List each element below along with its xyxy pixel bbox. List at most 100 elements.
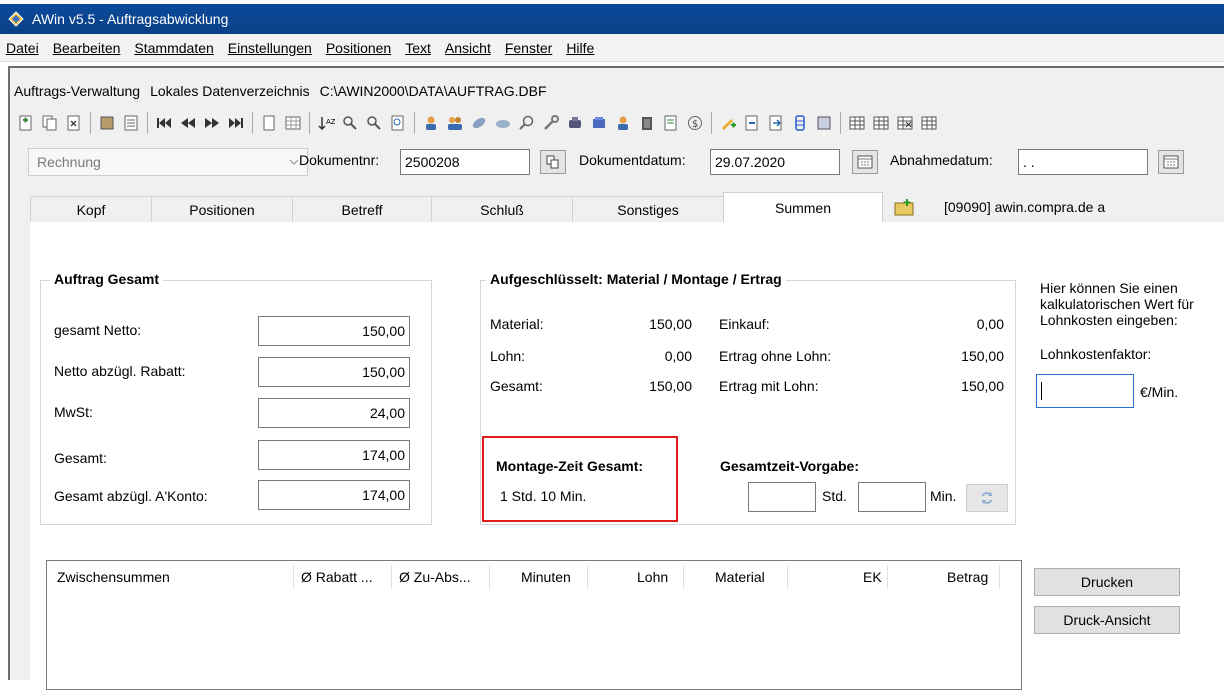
folder-new-button[interactable] — [882, 192, 926, 222]
tab-schluss[interactable]: Schluß — [431, 196, 573, 222]
tab-betreff[interactable]: Betreff — [292, 196, 432, 222]
zoom-icon[interactable] — [386, 111, 410, 135]
menu-ansicht[interactable]: Ansicht — [445, 40, 491, 56]
gesamt-field[interactable]: 174,00 — [258, 440, 410, 470]
mwst-field[interactable]: 24,00 — [258, 398, 410, 428]
zwischensummen-list[interactable]: Zwischensummen Ø Rabatt ... Ø Zu-Abs... … — [46, 560, 1022, 690]
druck-ansicht-button[interactable]: Druck-Ansicht — [1034, 606, 1180, 634]
recalc-button[interactable] — [966, 484, 1008, 512]
copy-doc-icon[interactable] — [38, 111, 62, 135]
package-icon[interactable] — [587, 111, 611, 135]
wrench-icon[interactable] — [539, 111, 563, 135]
column-header-lohn[interactable]: Lohn — [637, 569, 668, 585]
column-header-material[interactable]: Material — [715, 569, 765, 585]
note-icon[interactable] — [659, 111, 683, 135]
table-icon[interactable] — [845, 111, 869, 135]
find-person-icon[interactable] — [338, 111, 362, 135]
column-header-zu-abs[interactable]: Ø Zu-Abs... — [399, 569, 471, 585]
ertrag-ohne-lohn-value: 150,00 — [961, 348, 1004, 364]
gesamt-netto-field[interactable]: 150,00 — [258, 316, 410, 346]
tab-sonstiges[interactable]: Sonstiges — [572, 196, 724, 222]
next-record-icon[interactable] — [200, 111, 224, 135]
column-separator — [787, 565, 788, 589]
vorgabe-std-field[interactable] — [748, 482, 816, 512]
document-type-value: Rechnung — [37, 154, 101, 170]
menu-bearbeiten[interactable]: Bearbeiten — [53, 40, 121, 56]
abnahme-field[interactable]: . . — [1018, 149, 1148, 175]
copy-number-button[interactable] — [540, 150, 566, 174]
import-icon[interactable] — [740, 111, 764, 135]
drucken-button[interactable]: Drucken — [1034, 568, 1180, 596]
folder-book-icon[interactable] — [635, 111, 659, 135]
column-separator — [887, 565, 888, 589]
new-doc-icon[interactable] — [14, 111, 38, 135]
search-icon[interactable] — [515, 111, 539, 135]
column-separator — [293, 565, 294, 589]
column-header-rabatt[interactable]: Ø Rabatt ... — [301, 569, 373, 585]
previous-record-icon[interactable] — [176, 111, 200, 135]
title-bar: AWin v5.5 - Auftragsabwicklung — [0, 4, 1224, 34]
user-icon[interactable] — [611, 111, 635, 135]
article-icon[interactable] — [467, 111, 491, 135]
std-label: Std. — [822, 488, 847, 504]
menu-bar: Datei Bearbeiten Stammdaten Einstellunge… — [0, 34, 1224, 62]
table-add-icon[interactable] — [869, 111, 893, 135]
currency-icon[interactable]: $ — [683, 111, 707, 135]
column-header-betrag[interactable]: Betrag — [947, 569, 988, 585]
menu-positionen[interactable]: Positionen — [326, 40, 391, 56]
docnr-field[interactable]: 2500208 — [400, 149, 530, 175]
column-header-minuten[interactable]: Minuten — [521, 569, 571, 585]
find-next-icon[interactable] — [362, 111, 386, 135]
export-icon[interactable] — [764, 111, 788, 135]
page-icon[interactable] — [257, 111, 281, 135]
list-icon[interactable] — [119, 111, 143, 135]
tab-summen[interactable]: Summen — [723, 192, 883, 222]
calc-icon[interactable] — [812, 111, 836, 135]
abnahme-picker-button[interactable] — [1158, 150, 1184, 174]
toolbar-separator — [414, 112, 415, 134]
delete-doc-icon[interactable] — [62, 111, 86, 135]
column-header-zwischensummen[interactable]: Zwischensummen — [57, 569, 170, 585]
customer-icon[interactable] — [419, 111, 443, 135]
last-record-icon[interactable] — [224, 111, 248, 135]
book-icon[interactable] — [95, 111, 119, 135]
toolbar-separator — [252, 112, 253, 134]
lohnkostenfaktor-input[interactable] — [1036, 374, 1134, 408]
ertrag-mit-lohn-value: 150,00 — [961, 378, 1004, 394]
menu-stammdaten[interactable]: Stammdaten — [134, 40, 213, 56]
date-field[interactable]: 29.07.2020 — [710, 149, 840, 175]
path-label-module: Auftrags-Verwaltung — [14, 83, 141, 99]
table-edit-icon[interactable] — [917, 111, 941, 135]
netto-rabatt-field[interactable]: 150,00 — [258, 357, 410, 387]
ertrag-mit-lohn-label: Ertrag mit Lohn: — [719, 378, 819, 394]
date-label: Dokumentdatum: — [579, 152, 686, 168]
table-delete-icon[interactable] — [893, 111, 917, 135]
lohnkostenfaktor-label: Lohnkostenfaktor: — [1040, 346, 1152, 362]
menu-datei[interactable]: Datei — [6, 40, 39, 56]
add-position-icon[interactable] — [716, 111, 740, 135]
menu-hilfe[interactable]: Hilfe — [566, 40, 594, 56]
first-record-icon[interactable] — [152, 111, 176, 135]
highlight-box — [482, 436, 678, 522]
tab-positionen[interactable]: Positionen — [151, 196, 293, 222]
vorgabe-min-field[interactable] — [858, 482, 926, 512]
menu-text[interactable]: Text — [405, 40, 431, 56]
phone-icon[interactable] — [563, 111, 587, 135]
sort-icon[interactable]: AZ — [314, 111, 338, 135]
grid-icon[interactable] — [281, 111, 305, 135]
svg-text:$: $ — [692, 119, 698, 130]
gesamt-akonto-field[interactable]: 174,00 — [258, 480, 410, 510]
material-label: Material: — [490, 316, 544, 332]
calendar-icon — [857, 155, 873, 169]
menu-einstellungen[interactable]: Einstellungen — [228, 40, 312, 56]
menu-fenster[interactable]: Fenster — [505, 40, 552, 56]
document-type-select[interactable]: Rechnung — [28, 148, 308, 176]
service-icon[interactable] — [491, 111, 515, 135]
date-picker-button[interactable] — [852, 150, 878, 174]
toolbar-separator — [147, 112, 148, 134]
tab-kopf[interactable]: Kopf — [30, 196, 152, 222]
database-icon[interactable] — [788, 111, 812, 135]
column-header-ek[interactable]: EK — [863, 569, 882, 585]
customers-icon[interactable] — [443, 111, 467, 135]
toolbar-separator — [90, 112, 91, 134]
